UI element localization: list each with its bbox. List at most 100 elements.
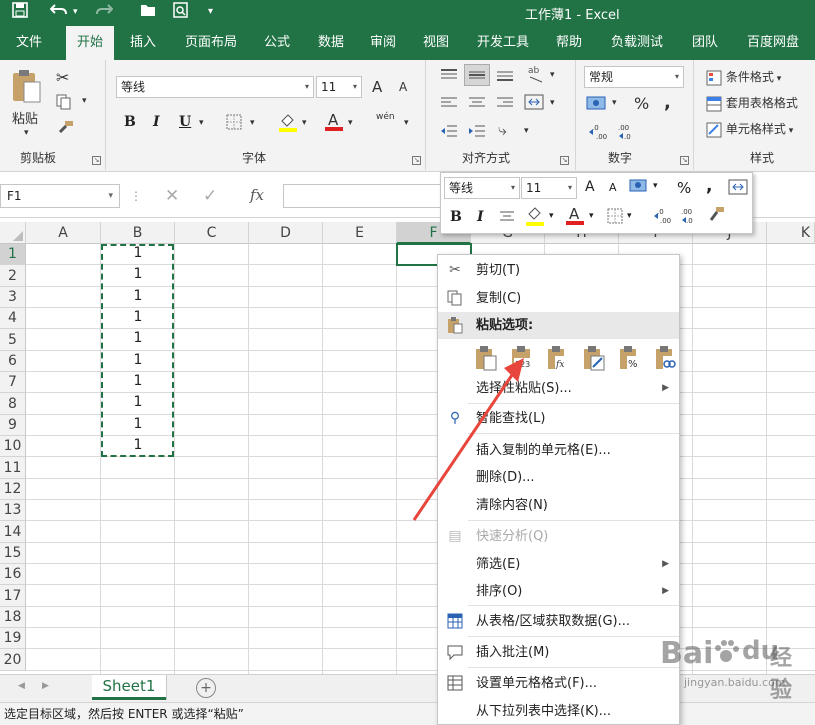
- mini-increase-decimal-icon[interactable]: .0.00: [653, 206, 673, 230]
- column-header-a[interactable]: A: [26, 222, 101, 244]
- row-header-1[interactable]: 1: [0, 244, 26, 265]
- column-header-k[interactable]: K: [767, 222, 815, 244]
- align-left-icon[interactable]: [440, 96, 458, 113]
- format-as-table-button[interactable]: 套用表格格式: [706, 94, 798, 112]
- row-header-7[interactable]: 7: [0, 372, 26, 393]
- tab-review[interactable]: 审阅: [360, 26, 406, 60]
- mini-borders-icon[interactable]: [607, 208, 623, 228]
- tab-page-layout[interactable]: 页面布局: [176, 26, 246, 60]
- tab-home[interactable]: 开始: [66, 26, 114, 60]
- wrap-dropdown-icon[interactable]: ▾: [524, 126, 529, 136]
- row-header-4[interactable]: 4: [0, 308, 26, 329]
- clipboard-launcher-icon[interactable]: ↘: [92, 156, 101, 165]
- tab-view[interactable]: 视图: [413, 26, 459, 60]
- percent-icon[interactable]: %: [634, 94, 649, 113]
- cut-icon[interactable]: ✂: [56, 68, 69, 87]
- mini-borders-dropdown-icon[interactable]: ▾: [627, 211, 632, 221]
- align-bottom-icon[interactable]: [496, 68, 514, 85]
- decrease-font-icon[interactable]: A: [399, 80, 407, 94]
- mini-accounting-dropdown-icon[interactable]: ▾: [653, 181, 658, 191]
- tab-load-test[interactable]: 负载测试: [600, 26, 674, 60]
- fill-color-icon[interactable]: [278, 112, 298, 135]
- fill-color-dropdown-icon[interactable]: ▾: [302, 118, 307, 128]
- menu-item-filter[interactable]: 筛选(E) ▶: [438, 551, 679, 578]
- mini-accounting-icon[interactable]: [629, 178, 649, 198]
- mini-font-color-dropdown-icon[interactable]: ▾: [589, 211, 594, 221]
- alignment-launcher-icon[interactable]: ↘: [560, 156, 569, 165]
- paste-button-label[interactable]: 粘贴: [12, 108, 38, 127]
- number-format-combo[interactable]: 常规 ▾: [584, 66, 684, 88]
- select-all-corner[interactable]: [0, 222, 26, 244]
- underline-dropdown-icon[interactable]: ▾: [199, 118, 204, 128]
- italic-icon[interactable]: I: [153, 114, 160, 130]
- align-center-icon[interactable]: [468, 96, 486, 113]
- mini-italic-icon[interactable]: I: [477, 209, 484, 225]
- merge-dropdown-icon[interactable]: ▾: [550, 98, 555, 108]
- mini-format-painter-icon[interactable]: [707, 206, 725, 228]
- customize-quick-access-icon[interactable]: ▾: [208, 6, 213, 17]
- menu-item-cut[interactable]: ✂ 剪切(T): [438, 257, 679, 284]
- align-top-icon[interactable]: [440, 68, 458, 85]
- decrease-indent-icon[interactable]: [440, 124, 458, 141]
- insert-function-icon[interactable]: fx: [250, 186, 264, 204]
- confirm-entry-icon[interactable]: ✓: [203, 186, 217, 206]
- row-header-20[interactable]: 20: [0, 649, 26, 671]
- menu-item-copy[interactable]: 复制(C): [438, 285, 679, 312]
- column-header-b[interactable]: B: [101, 222, 175, 244]
- bold-icon[interactable]: B: [124, 114, 136, 130]
- font-color-dropdown-icon[interactable]: ▾: [348, 118, 353, 128]
- menu-item-sort[interactable]: 排序(O) ▶: [438, 578, 679, 605]
- row-header-15[interactable]: 15: [0, 543, 26, 564]
- mini-percent-icon[interactable]: %: [677, 179, 691, 197]
- column-header-c[interactable]: C: [175, 222, 249, 244]
- paste-formatting-icon[interactable]: %: [618, 345, 642, 371]
- redo-icon[interactable]: [95, 2, 114, 22]
- decrease-decimal-icon[interactable]: .00.0: [616, 122, 638, 145]
- name-box[interactable]: F1 ▾: [0, 184, 120, 208]
- tab-file[interactable]: 文件: [6, 26, 52, 60]
- column-header-e[interactable]: E: [323, 222, 397, 244]
- scroll-sheets-right-icon[interactable]: ▶: [42, 681, 49, 691]
- increase-decimal-icon[interactable]: .0.00: [588, 122, 610, 145]
- menu-item-pick-from-list[interactable]: 从下拉列表中选择(K)...: [438, 698, 679, 725]
- row-header-13[interactable]: 13: [0, 500, 26, 521]
- add-sheet-icon[interactable]: +: [196, 678, 216, 698]
- print-preview-icon[interactable]: [173, 2, 189, 22]
- mini-font-name-combo[interactable]: 等线 ▾: [444, 177, 520, 199]
- undo-dropdown-icon[interactable]: ▾: [73, 7, 78, 17]
- undo-icon[interactable]: [49, 2, 68, 22]
- wrap-text-icon[interactable]: ⤷: [498, 120, 507, 140]
- column-header-d[interactable]: D: [249, 222, 323, 244]
- mini-decrease-decimal-icon[interactable]: .00.0: [679, 206, 699, 230]
- increase-font-icon[interactable]: A: [372, 78, 382, 96]
- row-header-5[interactable]: 5: [0, 329, 26, 351]
- mini-decrease-font-icon[interactable]: A: [609, 181, 617, 194]
- mini-increase-font-icon[interactable]: A: [585, 179, 595, 195]
- row-header-3[interactable]: 3: [0, 287, 26, 308]
- comma-style-icon[interactable]: ,: [664, 92, 671, 113]
- borders-icon[interactable]: [226, 114, 242, 133]
- paste-transpose-icon[interactable]: [582, 345, 606, 371]
- orientation-icon[interactable]: ab: [526, 64, 546, 87]
- mini-bold-icon[interactable]: B: [450, 209, 462, 225]
- number-launcher-icon[interactable]: ↘: [680, 156, 689, 165]
- tab-formulas[interactable]: 公式: [254, 26, 300, 60]
- paste-link-icon[interactable]: [654, 345, 678, 371]
- row-header-14[interactable]: 14: [0, 521, 26, 543]
- mini-fill-color-icon[interactable]: [525, 205, 545, 231]
- row-header-16[interactable]: 16: [0, 564, 26, 585]
- row-header-8[interactable]: 8: [0, 393, 26, 415]
- tab-team[interactable]: 团队: [682, 26, 728, 60]
- align-middle-icon[interactable]: [464, 64, 490, 86]
- mini-fill-dropdown-icon[interactable]: ▾: [549, 211, 554, 221]
- cancel-entry-icon[interactable]: ✕: [165, 186, 179, 206]
- drag-handle-icon[interactable]: ⋮: [130, 189, 142, 203]
- font-launcher-icon[interactable]: ↘: [412, 156, 421, 165]
- row-header-19[interactable]: 19: [0, 628, 26, 649]
- mini-font-size-combo[interactable]: 11 ▾: [521, 177, 577, 199]
- font-color-icon[interactable]: A: [324, 110, 344, 135]
- row-header-18[interactable]: 18: [0, 607, 26, 628]
- tab-developer[interactable]: 开发工具: [468, 26, 538, 60]
- scroll-sheets-left-icon[interactable]: ◀: [18, 681, 25, 691]
- open-folder-icon[interactable]: [140, 2, 158, 22]
